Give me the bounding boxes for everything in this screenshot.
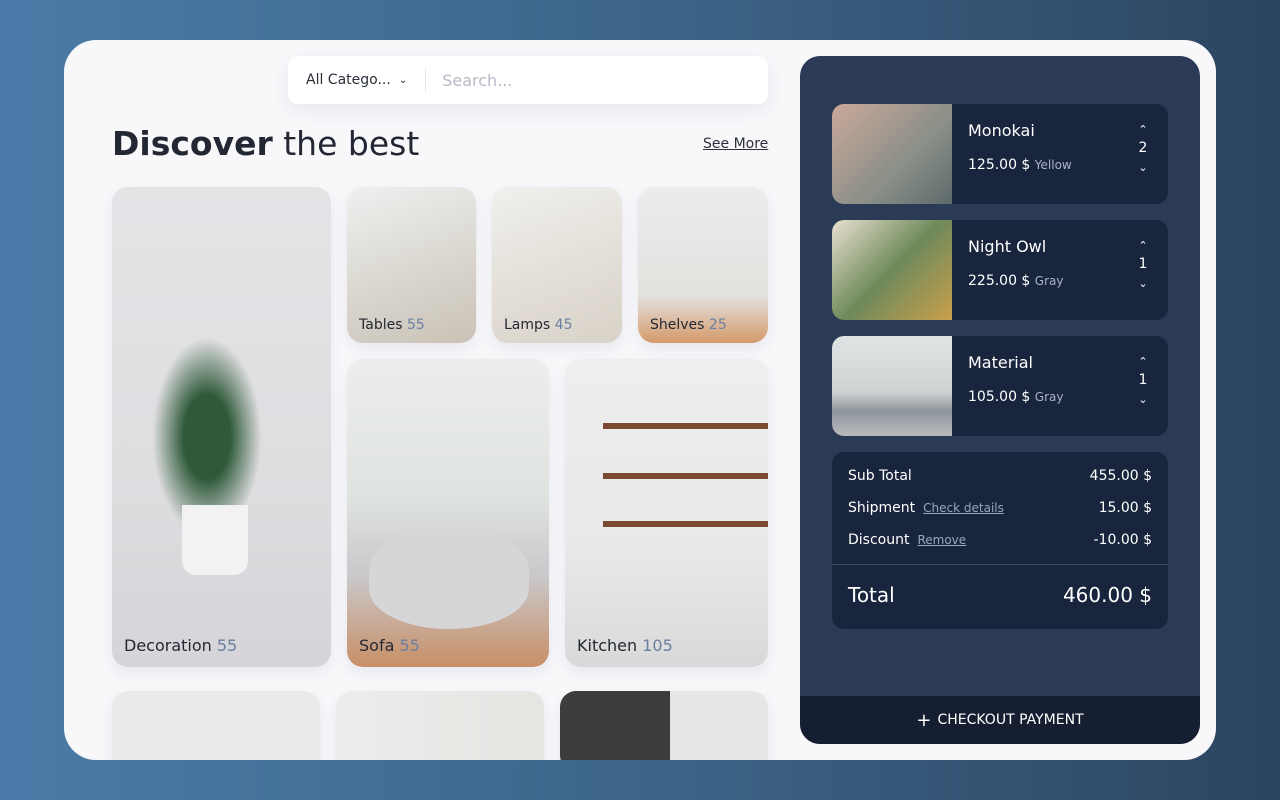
category-name: Decoration xyxy=(124,636,212,655)
shelf-image xyxy=(603,423,768,429)
product-price: 225.00 $ xyxy=(968,273,1031,289)
page-title: Discover the best xyxy=(112,124,419,163)
remove-discount-link[interactable]: Remove xyxy=(917,533,966,547)
discount-value: -10.00 $ xyxy=(1093,532,1153,548)
title-rest: the best xyxy=(272,124,420,163)
category-tile[interactable] xyxy=(336,691,544,760)
total-value: 460.00 $ xyxy=(1062,583,1152,607)
quantity-stepper: ⌃ 1 ⌄ xyxy=(1136,236,1150,293)
shipment-row: Shipment Check details 15.00 $ xyxy=(848,500,1152,516)
category-name: Tables xyxy=(359,317,403,333)
category-name: Shelves xyxy=(650,317,705,333)
category-count: 105 xyxy=(642,636,673,655)
quantity-value: 1 xyxy=(1138,372,1148,388)
category-name: Lamps xyxy=(504,317,551,333)
quantity-value: 1 xyxy=(1138,256,1148,272)
cart-item: Material 105.00 $ Gray ⌃ 1 ⌄ xyxy=(832,336,1168,436)
category-count: 55 xyxy=(399,636,420,655)
category-tile[interactable] xyxy=(112,691,320,760)
search-bar: All Catego... ⌄ xyxy=(288,56,768,104)
chevron-up-icon[interactable]: ⌃ xyxy=(1136,236,1150,255)
category-lamps[interactable]: Lamps 45 xyxy=(492,187,622,343)
see-more-link[interactable]: See More xyxy=(703,136,768,152)
category-tables[interactable]: Tables 55 xyxy=(347,187,476,343)
product-name: Material xyxy=(968,353,1033,372)
shelf-image xyxy=(603,521,768,527)
product-price: 105.00 $ xyxy=(968,389,1031,405)
quantity-stepper: ⌃ 1 ⌄ xyxy=(1136,352,1150,409)
cart-panel: Monokai 125.00 $ Yellow ⌃ 2 ⌄ Night Owl 22… xyxy=(800,56,1200,744)
product-name: Night Owl xyxy=(968,237,1047,256)
main-card: All Catego... ⌄ Discover the best See Mor… xyxy=(64,40,1216,760)
quantity-value: 2 xyxy=(1138,140,1148,156)
shipment-value: 15.00 $ xyxy=(1098,500,1152,516)
category-count: 55 xyxy=(406,317,425,333)
category-shelves[interactable]: Shelves 25 xyxy=(638,187,768,343)
checkout-label: CHECKOUT PAYMENT xyxy=(937,712,1084,728)
category-count: 25 xyxy=(708,317,727,333)
quantity-stepper: ⌃ 2 ⌄ xyxy=(1136,120,1150,177)
subtotal-row: Sub Total 455.00 $ xyxy=(848,468,1152,484)
category-kitchen[interactable]: Kitchen 105 xyxy=(565,359,768,667)
subtotal-label: Sub Total xyxy=(848,468,912,484)
chevron-down-icon[interactable]: ⌄ xyxy=(1136,274,1150,293)
product-color: Gray xyxy=(1034,390,1064,404)
plus-icon: + xyxy=(916,709,932,731)
product-color: Gray xyxy=(1034,274,1064,288)
total-row: Total 460.00 $ xyxy=(848,583,1152,607)
category-name: Kitchen xyxy=(577,636,638,655)
check-details-link[interactable]: Check details xyxy=(923,501,1004,515)
order-summary: Sub Total 455.00 $ Shipment Check details 1… xyxy=(832,452,1168,629)
sofa-image xyxy=(369,529,529,629)
category-decoration[interactable]: Decoration 55 xyxy=(112,187,331,667)
category-sofa[interactable]: Sofa 55 xyxy=(347,359,549,667)
title-bold: Discover xyxy=(112,124,273,163)
chevron-up-icon[interactable]: ⌃ xyxy=(1136,120,1150,139)
total-label: Total xyxy=(848,583,895,607)
divider xyxy=(832,564,1168,565)
category-tile[interactable] xyxy=(560,691,768,760)
cart-item: Night Owl 225.00 $ Gray ⌃ 1 ⌄ xyxy=(832,220,1168,320)
chevron-up-icon[interactable]: ⌃ xyxy=(1136,352,1150,371)
cart-item: Monokai 125.00 $ Yellow ⌃ 2 ⌄ xyxy=(832,104,1168,204)
subtotal-value: 455.00 $ xyxy=(1089,468,1152,484)
chevron-down-icon: ⌄ xyxy=(398,74,408,86)
shipment-label: Shipment xyxy=(848,500,916,516)
chevron-down-icon[interactable]: ⌄ xyxy=(1136,390,1150,409)
product-name: Monokai xyxy=(968,121,1035,140)
product-price: 125.00 $ xyxy=(968,157,1031,173)
discount-row: Discount Remove -10.00 $ xyxy=(848,532,1152,548)
shelf-image xyxy=(603,473,768,479)
category-name: Sofa xyxy=(359,636,395,655)
product-image xyxy=(832,104,952,204)
category-count: 55 xyxy=(216,636,238,655)
discount-label: Discount xyxy=(848,532,910,548)
product-color: Yellow xyxy=(1034,158,1072,172)
product-image xyxy=(832,220,952,320)
category-label: All Catego... xyxy=(306,72,391,88)
category-count: 45 xyxy=(554,317,573,333)
checkout-button[interactable]: + CHECKOUT PAYMENT xyxy=(800,696,1200,744)
search-input[interactable] xyxy=(426,70,727,90)
chevron-down-icon[interactable]: ⌄ xyxy=(1136,158,1150,177)
product-image xyxy=(832,336,952,436)
pot-image xyxy=(182,505,248,575)
category-dropdown[interactable]: All Catego... ⌄ xyxy=(288,68,427,92)
